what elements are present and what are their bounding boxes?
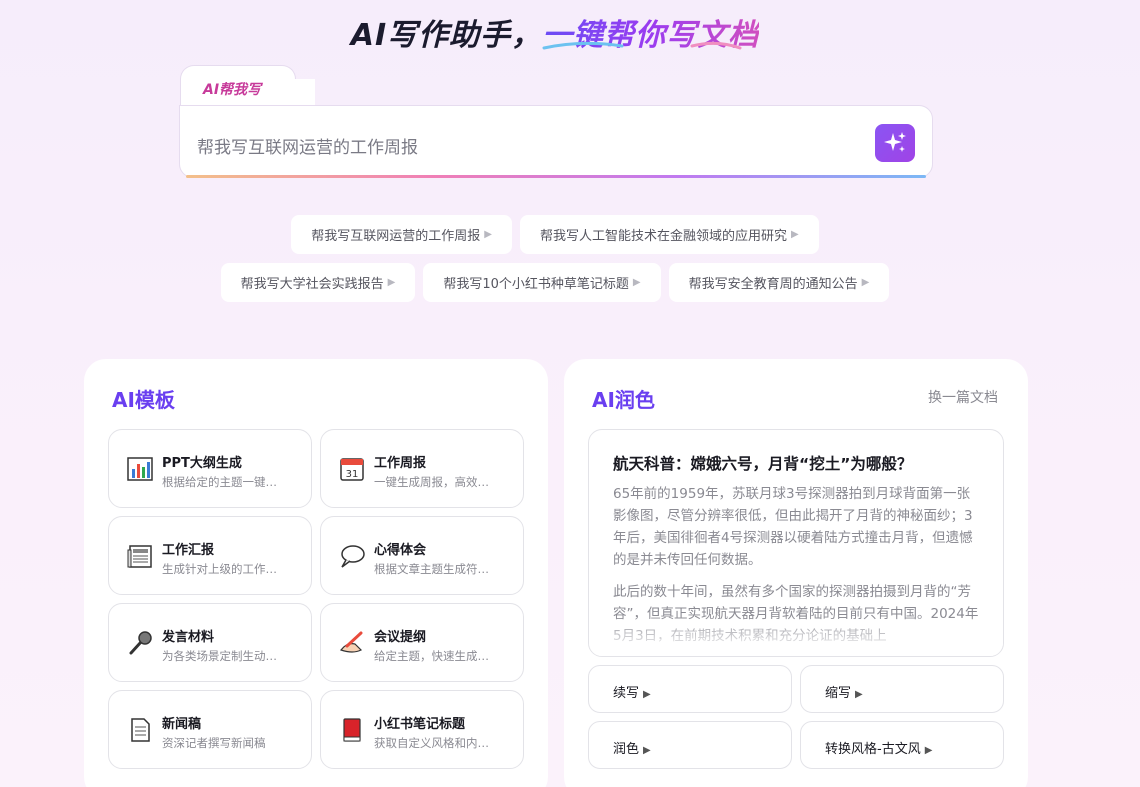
composer-input[interactable]: 帮我写互联网运营的工作周报	[197, 133, 418, 158]
template-name: 会议提纲	[374, 630, 427, 645]
classical-style-button[interactable]: 转换风格-古文风 ▶	[800, 721, 1004, 769]
template-speech-material[interactable]: 发言材料 为各类场景定制生动…	[108, 603, 312, 682]
template-xiaohongshu-title[interactable]: 小红书笔记标题 获取自定义风格和内…	[320, 690, 524, 769]
abbreviate-button[interactable]: 缩写 ▶	[800, 665, 1004, 713]
svg-text:31: 31	[346, 469, 359, 480]
article-title: 航天科普：嫦娥六号，月背“挖土”为哪般？	[613, 455, 913, 473]
bar-chart-icon	[127, 457, 153, 481]
suggestion-chip[interactable]: 帮我写大学社会实践报告 ▶	[220, 263, 416, 302]
template-name: 新闻稿	[162, 717, 202, 732]
play-triangle-icon: ▶	[632, 277, 641, 288]
play-triangle-icon: ▶	[484, 229, 492, 240]
polish-button[interactable]: 润色 ▶	[588, 721, 792, 769]
templates-title: AI模板	[112, 388, 175, 412]
chip-label: 帮我写大学社会实践报告	[240, 277, 384, 292]
play-triangle-icon: ▶	[387, 277, 396, 288]
template-name: 发言材料	[162, 630, 215, 645]
template-name: 小红书笔记标题	[374, 717, 466, 732]
suggestion-chip[interactable]: 帮我写互联网运营的工作周报 ▶	[291, 215, 512, 254]
title-underline-decoration	[542, 41, 742, 50]
play-triangle-icon: ▶	[643, 745, 651, 756]
suggestion-chips: 帮我写互联网运营的工作周报 ▶ 帮我写人工智能技术在金融领域的应用研究 ▶ 帮我写大…	[0, 215, 1110, 311]
continue-writing-button[interactable]: 续写 ▶	[588, 665, 792, 713]
template-desc: 生成针对上级的工作…	[162, 562, 277, 576]
chip-label: 帮我写人工智能技术在金融领域的应用研究	[540, 229, 788, 244]
template-name: 工作汇报	[162, 543, 215, 558]
template-name: 工作周报	[374, 456, 427, 471]
polish-title: AI润色	[592, 388, 655, 412]
action-label: 转换风格-古文风	[825, 742, 921, 757]
template-desc: 一键生成周报，高效…	[374, 475, 489, 489]
template-desc: 给定主题，快速生成…	[374, 649, 489, 663]
switch-document-link[interactable]: 换一篇文档	[928, 387, 998, 407]
chip-label: 帮我写互联网运营的工作周报	[311, 229, 481, 244]
writing-hand-icon	[340, 631, 363, 653]
template-work-report[interactable]: 工作汇报 生成针对上级的工作…	[108, 516, 312, 595]
template-desc: 根据给定的主题一键…	[162, 475, 277, 489]
template-ppt-outline[interactable]: PPT大纲生成 根据给定的主题一键…	[108, 429, 312, 508]
template-name: 心得体会	[374, 543, 427, 558]
template-desc: 根据文章主题生成符…	[374, 562, 489, 576]
composer-box: 帮我写互联网运营的工作周报	[179, 105, 933, 178]
newspaper-icon	[127, 545, 152, 568]
article-paragraph: 65年前的1959年，苏联月球3号探测器拍到月球背面第一张影像图，尽管分辨率很低…	[613, 486, 973, 568]
document-icon	[131, 718, 150, 742]
play-triangle-icon: ▶	[791, 229, 799, 240]
composer-tab[interactable]: AI帮我写	[180, 65, 315, 109]
suggestion-chip[interactable]: 帮我写人工智能技术在金融领域的应用研究 ▶	[520, 215, 819, 254]
chip-label: 帮我写10个小红书种草笔记标题	[443, 277, 629, 292]
template-meeting-outline[interactable]: 会议提纲 给定主题，快速生成…	[320, 603, 524, 682]
play-triangle-icon: ▶	[861, 277, 870, 288]
suggestion-chip[interactable]: 帮我写10个小红书种草笔记标题 ▶	[423, 263, 661, 302]
title-plain: AI写作助手，	[350, 18, 543, 53]
template-desc: 获取自定义风格和内…	[374, 736, 489, 750]
polish-card: AI润色 换一篇文档 航天科普：嫦娥六号，月背“挖土”为哪般？ 65年前的195…	[564, 359, 1028, 787]
chip-label: 帮我写安全教育周的通知公告	[688, 277, 858, 292]
template-desc: 资深记者撰写新闻稿	[162, 736, 266, 750]
play-triangle-icon: ▶	[855, 689, 863, 700]
play-triangle-icon: ▶	[643, 689, 651, 700]
template-desc: 为各类场景定制生动…	[162, 649, 277, 663]
action-label: 缩写	[825, 686, 852, 701]
templates-card: AI模板 PPT大纲生成 根据给定的主题一键… 31 工作周报 一键生成周报，高…	[84, 359, 548, 787]
generate-button[interactable]	[875, 124, 915, 162]
suggestion-chip[interactable]: 帮我写安全教育周的通知公告 ▶	[668, 263, 890, 302]
article-fade	[589, 616, 1003, 656]
red-book-icon	[343, 718, 361, 742]
action-label: 续写	[613, 686, 640, 701]
sparkle-icon	[884, 132, 906, 152]
calendar-icon: 31	[340, 458, 364, 481]
speech-bubble-icon	[341, 545, 365, 568]
play-triangle-icon: ▶	[924, 745, 933, 756]
template-press-release[interactable]: 新闻稿 资深记者撰写新闻稿	[108, 690, 312, 769]
action-label: 润色	[613, 742, 640, 757]
microphone-icon	[129, 631, 152, 655]
template-reflections[interactable]: 心得体会 根据文章主题生成符…	[320, 516, 524, 595]
template-weekly-report[interactable]: 31 工作周报 一键生成周报，高效…	[320, 429, 524, 508]
template-name: PPT大纲生成	[162, 456, 242, 471]
sample-article: 航天科普：嫦娥六号，月背“挖土”为哪般？ 65年前的1959年，苏联月球3号探测…	[588, 429, 1004, 657]
